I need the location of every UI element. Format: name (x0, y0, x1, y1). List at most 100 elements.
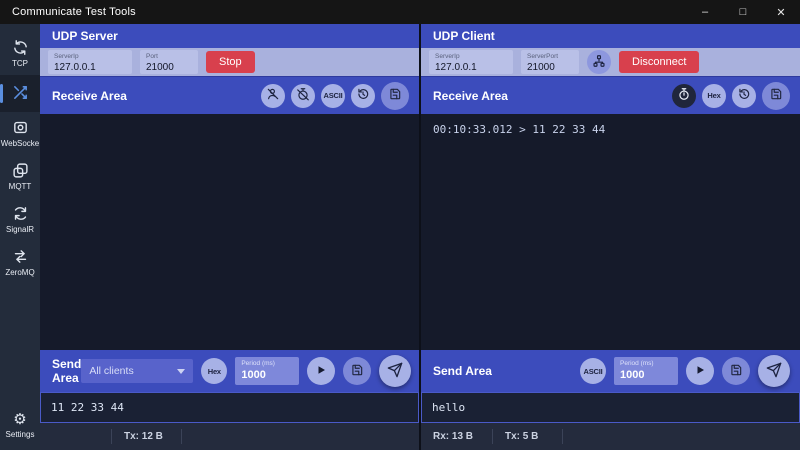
sync-icon (12, 39, 29, 56)
history-icon (356, 87, 370, 104)
save-receive-button[interactable] (762, 82, 790, 110)
play-icon (694, 364, 706, 379)
stop-button[interactable]: Stop (206, 51, 255, 73)
mqtt-icon (12, 162, 29, 179)
client-ip-label: ServerIp (435, 53, 507, 61)
sidebar-item-udp[interactable] (0, 75, 40, 112)
udp-server-panel: UDP Server ServerIp Port Stop Receive Ar… (40, 24, 419, 450)
server-rx-status (40, 429, 112, 444)
sidebar-item-label: TCP (12, 59, 28, 68)
client-statusbar: Rx: 13 B Tx: 5 B (421, 423, 800, 450)
period-input[interactable] (620, 368, 672, 381)
client-tx-status: Tx: 5 B (493, 429, 563, 444)
server-ip-field[interactable]: ServerIp (48, 50, 132, 74)
server-period-field[interactable]: Period (ms) (235, 357, 299, 385)
client-port-label: ServerPort (527, 53, 573, 61)
save-icon (350, 363, 364, 380)
client-rx-status: Rx: 13 B (421, 429, 493, 444)
play-icon (315, 364, 327, 379)
server-panel-header: UDP Server (40, 24, 419, 48)
send-encoding-toggle[interactable]: ASCII (580, 358, 606, 384)
maximize-button[interactable]: □ (724, 0, 762, 24)
period-label: Period (ms) (241, 360, 293, 368)
gear-icon: ⚙ (12, 410, 29, 427)
history-icon (737, 87, 751, 104)
client-receive-header: Receive Area Hex (421, 76, 800, 114)
save-icon (769, 87, 783, 104)
receive-encoding-toggle[interactable]: Hex (702, 84, 726, 108)
sidebar-item-tcp[interactable]: TCP (0, 32, 40, 75)
sidebar-item-signalr[interactable]: SignalR (0, 198, 40, 241)
server-receive-header: Receive Area ASCII (40, 76, 419, 114)
sidebar-item-websocket[interactable]: WebSocke (0, 112, 40, 155)
client-target-dropdown[interactable]: All clients (81, 359, 193, 383)
send-button[interactable] (379, 355, 411, 387)
client-receive-area[interactable]: 00:10:33.012 > 11 22 33 44 (421, 114, 800, 350)
client-send-input[interactable] (432, 401, 789, 414)
app-window: Communicate Test Tools – □ ✕ TCP (0, 0, 800, 450)
server-send-input[interactable] (51, 401, 408, 414)
client-panel-title: UDP Client (433, 29, 495, 43)
client-ip-field[interactable]: ServerIp (429, 50, 513, 74)
client-info-toggle[interactable] (261, 84, 285, 108)
sidebar-item-zeromq[interactable]: ZeroMQ (0, 241, 40, 284)
udp-client-panel: UDP Client ServerIp ServerPort Disconnec… (421, 24, 800, 450)
topology-icon (592, 54, 606, 71)
client-receive-actions: Hex (672, 82, 790, 110)
client-status-spacer (563, 429, 800, 444)
server-send-controls: All clients Hex Period (ms) (81, 355, 411, 387)
client-ip-input[interactable] (435, 61, 507, 73)
server-send-header: Send Area All clients Hex Period (ms) (40, 350, 419, 392)
window-title: Communicate Test Tools (0, 6, 686, 18)
server-receive-title: Receive Area (52, 89, 261, 103)
client-panel-header: UDP Client (421, 24, 800, 48)
server-port-input[interactable] (146, 61, 192, 73)
main-area: TCP WebSocke MQTT (0, 24, 800, 450)
client-period-field[interactable]: Period (ms) (614, 357, 678, 385)
save-receive-button[interactable] (381, 82, 409, 110)
client-port-field[interactable]: ServerPort (521, 50, 579, 74)
period-input[interactable] (241, 368, 293, 381)
timer-slash-icon (296, 87, 310, 104)
timestamp-off-toggle[interactable] (291, 84, 315, 108)
disconnect-button[interactable]: Disconnect (619, 51, 699, 73)
server-port-field[interactable]: Port (140, 50, 198, 74)
save-send-button[interactable] (343, 357, 371, 385)
save-send-button[interactable] (722, 357, 750, 385)
receive-encoding-toggle[interactable]: ASCII (321, 84, 345, 108)
paper-plane-icon (387, 362, 403, 381)
websocket-icon (12, 119, 29, 136)
auto-send-play-button[interactable] (307, 357, 335, 385)
server-status-spacer (182, 429, 419, 444)
sidebar-item-settings[interactable]: ⚙ Settings (0, 403, 40, 446)
client-target-value: All clients (89, 365, 133, 377)
sidebar-item-label: WebSocke (1, 139, 40, 148)
sidebar-item-label: ZeroMQ (5, 268, 34, 277)
minimize-button[interactable]: – (686, 0, 724, 24)
sidebar: TCP WebSocke MQTT (0, 24, 40, 450)
save-icon (729, 363, 743, 380)
client-send-controls: ASCII Period (ms) (580, 355, 790, 387)
client-config-row: ServerIp ServerPort Disconnect (421, 48, 800, 76)
zeromq-icon (12, 248, 29, 265)
send-button[interactable] (758, 355, 790, 387)
sidebar-item-label: MQTT (9, 182, 32, 191)
titlebar: Communicate Test Tools – □ ✕ (0, 0, 800, 24)
client-port-input[interactable] (527, 61, 573, 73)
shuffle-icon (12, 84, 29, 101)
send-encoding-toggle[interactable]: Hex (201, 358, 227, 384)
history-button[interactable] (351, 84, 375, 108)
local-binding-button[interactable] (587, 50, 611, 74)
close-button[interactable]: ✕ (762, 0, 800, 24)
window-controls: – □ ✕ (686, 0, 800, 24)
timer-icon (677, 87, 691, 104)
user-slash-icon (266, 87, 280, 104)
server-receive-area[interactable] (40, 114, 419, 350)
timestamp-on-toggle[interactable] (672, 84, 696, 108)
client-send-header: Send Area ASCII Period (ms) (421, 350, 800, 392)
sidebar-item-mqtt[interactable]: MQTT (0, 155, 40, 198)
history-button[interactable] (732, 84, 756, 108)
server-send-title: Send Area (52, 357, 81, 385)
auto-send-play-button[interactable] (686, 357, 714, 385)
server-ip-input[interactable] (54, 61, 126, 73)
